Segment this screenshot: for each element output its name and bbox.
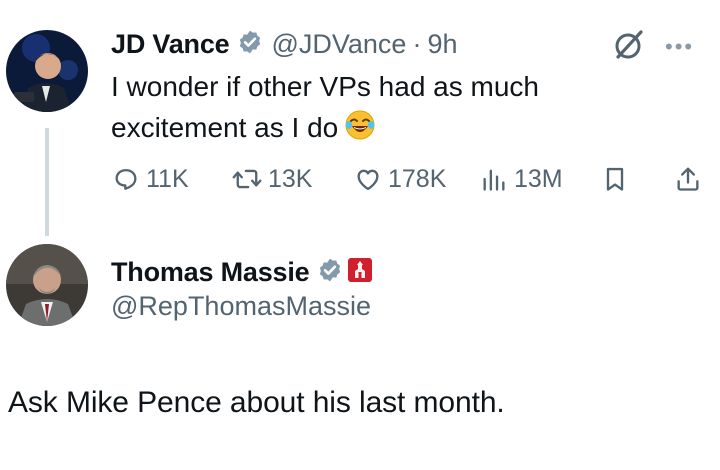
verified-badge-icon[interactable]	[237, 29, 263, 60]
tweet-header: JD Vance @JDVance · 9h	[111, 24, 458, 64]
laughing-emoji-icon	[344, 109, 376, 152]
views-icon	[483, 169, 505, 191]
views-button[interactable]: 13M	[480, 158, 563, 200]
tweet-action-bar: 11K 13K 178K 13M	[112, 158, 712, 200]
separator-dot: ·	[412, 28, 422, 59]
share-button[interactable]	[674, 158, 708, 200]
more-icon[interactable]: •••	[665, 34, 694, 60]
government-badge-icon[interactable]	[347, 257, 373, 288]
repost-icon	[232, 169, 262, 189]
grok-icon[interactable]	[612, 28, 646, 67]
avatar-jd-vance[interactable]	[6, 30, 88, 112]
thread-connector-line	[45, 128, 49, 236]
reply-header: Thomas Massie	[111, 252, 373, 292]
like-icon	[357, 169, 379, 191]
reply-count: 11K	[146, 164, 189, 193]
bookmark-button[interactable]	[602, 158, 634, 200]
like-button[interactable]: 178K	[354, 158, 446, 200]
bookmark-icon	[606, 167, 624, 191]
tweet-timestamp[interactable]: 9h	[427, 29, 457, 60]
tweet-text-content: I wonder if other VPs had as much excite…	[111, 71, 539, 143]
reply-button[interactable]: 11K	[112, 158, 189, 200]
like-count: 178K	[388, 164, 447, 193]
share-icon	[677, 167, 699, 191]
views-count: 13M	[514, 164, 563, 193]
repost-button[interactable]: 13K	[232, 158, 312, 200]
author-name[interactable]: JD Vance	[111, 29, 230, 60]
verified-badge-icon[interactable]	[317, 257, 343, 288]
reply-text: Ask Mike Pence about his last month.	[8, 386, 505, 419]
repost-count: 13K	[268, 164, 313, 193]
reply-author-name[interactable]: Thomas Massie	[111, 257, 310, 288]
author-handle[interactable]: @JDVance	[271, 29, 406, 60]
reply-icon	[115, 169, 137, 190]
reply-author-handle[interactable]: @RepThomasMassie	[111, 291, 371, 322]
tweet-text: I wonder if other VPs had as much excite…	[111, 66, 651, 152]
avatar-thomas-massie[interactable]	[6, 244, 88, 326]
